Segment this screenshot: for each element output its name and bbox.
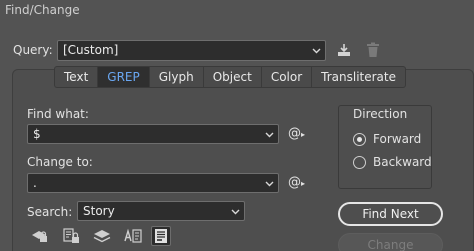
change-to-value: . — [33, 176, 37, 190]
search-scope-dropdown[interactable]: Story — [77, 201, 245, 221]
at-symbol: @ — [288, 175, 301, 190]
special-characters-find-icon[interactable]: @▸ — [288, 126, 305, 141]
window-title: Find/Change — [5, 3, 80, 17]
find-what-label: Find what: — [27, 107, 89, 121]
chevron-down-icon — [231, 209, 240, 215]
tab-bar: Text GREP Glyph Object Color Translitera… — [54, 66, 406, 88]
change-to-label: Change to: — [27, 155, 93, 169]
include-hidden-layers-icon[interactable] — [92, 226, 112, 246]
tab-color[interactable]: Color — [262, 67, 313, 87]
search-label: Search: — [27, 205, 73, 219]
include-master-pages-icon[interactable] — [123, 226, 143, 246]
query-label: Query: — [13, 43, 53, 57]
include-locked-stories-icon[interactable] — [61, 226, 81, 246]
backward-label[interactable]: Backward — [373, 155, 432, 169]
trash-icon[interactable] — [366, 42, 380, 58]
find-what-field[interactable]: $ — [27, 124, 279, 144]
query-dropdown[interactable]: [Custom] — [57, 40, 326, 61]
find-what-value: $ — [33, 127, 41, 141]
chevron-down-icon — [265, 181, 274, 187]
change-to-field[interactable]: . — [27, 173, 279, 193]
include-footnotes-icon[interactable] — [151, 226, 171, 246]
direction-label: Direction — [351, 107, 410, 121]
tab-glyph[interactable]: Glyph — [150, 67, 204, 87]
backward-radio[interactable] — [353, 156, 366, 169]
chevron-down-icon — [265, 132, 274, 138]
title-bar: Find/Change — [0, 0, 474, 22]
tab-transliterate[interactable]: Transliterate — [312, 67, 405, 87]
include-locked-layers-icon[interactable] — [30, 226, 50, 246]
tab-text[interactable]: Text — [55, 67, 99, 87]
tab-grep[interactable]: GREP — [98, 67, 150, 87]
change-button[interactable]: Change — [338, 233, 443, 251]
forward-label[interactable]: Forward — [373, 132, 421, 146]
tab-object[interactable]: Object — [204, 67, 262, 87]
at-symbol: @ — [288, 126, 301, 141]
chevron-down-icon — [312, 48, 321, 54]
search-scope-value: Story — [83, 204, 115, 218]
forward-radio[interactable] — [353, 133, 366, 146]
query-value: [Custom] — [63, 43, 119, 57]
special-characters-change-icon[interactable]: @▸ — [288, 175, 305, 190]
find-next-button[interactable]: Find Next — [338, 202, 443, 226]
save-query-icon[interactable] — [336, 42, 352, 58]
